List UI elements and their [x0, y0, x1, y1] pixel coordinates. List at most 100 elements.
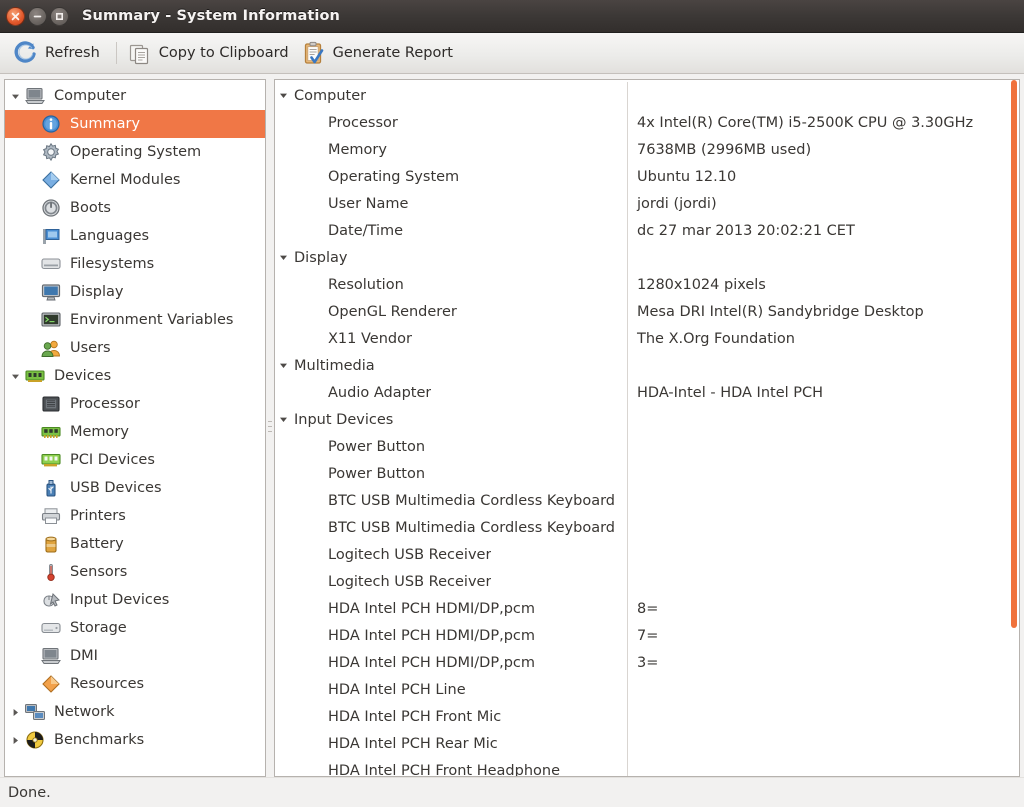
- sidebar-item-label: Input Devices: [70, 592, 170, 608]
- sidebar-item-input-devices[interactable]: Input Devices: [5, 586, 265, 614]
- computer-icon: [39, 645, 63, 667]
- sidebar-item-pci-devices[interactable]: PCI Devices: [5, 446, 265, 474]
- detail-row[interactable]: User Name jordi (jordi): [275, 190, 1007, 217]
- detail-scroll-area: Computer Processor 4x Intel(R) Core(TM) i5…: [275, 80, 1007, 776]
- detail-key-cell: Power Button: [275, 433, 628, 460]
- detail-row[interactable]: HDA Intel PCH Line: [275, 676, 1007, 703]
- sidebar-item-memory[interactable]: Memory: [5, 418, 265, 446]
- refresh-button[interactable]: Refresh: [10, 38, 109, 68]
- detail-row[interactable]: HDA Intel PCH HDMI/DP,pcm 3=: [275, 649, 1007, 676]
- detail-row[interactable]: Processor 4x Intel(R) Core(TM) i5-2500K C…: [275, 109, 1007, 136]
- sidebar-item-sensors[interactable]: Sensors: [5, 558, 265, 586]
- chevron-down-icon[interactable]: [275, 91, 292, 100]
- benchmark-icon: [23, 729, 47, 751]
- pci-card-icon: [39, 449, 63, 471]
- detail-key: Logitech USB Receiver: [328, 573, 492, 590]
- sidebar-item-network[interactable]: Network: [5, 698, 265, 726]
- info-icon: [39, 113, 63, 135]
- detail-group-row[interactable]: Display: [275, 244, 1007, 271]
- chevron-right-icon[interactable]: [7, 736, 23, 745]
- sidebar-item-resources[interactable]: Resources: [5, 670, 265, 698]
- detail-key: User Name: [328, 195, 409, 212]
- detail-key: X11 Vendor: [328, 330, 412, 347]
- sidebar-item-printers[interactable]: Printers: [5, 502, 265, 530]
- detail-key: HDA Intel PCH HDMI/DP,pcm: [328, 600, 535, 617]
- sidebar-item-kernel-modules[interactable]: Kernel Modules: [5, 166, 265, 194]
- battery-icon: [39, 533, 63, 555]
- detail-row[interactable]: HDA Intel PCH Rear Mic: [275, 730, 1007, 757]
- detail-row[interactable]: Logitech USB Receiver: [275, 568, 1007, 595]
- detail-key: HDA Intel PCH Rear Mic: [328, 735, 498, 752]
- detail-row[interactable]: HDA Intel PCH HDMI/DP,pcm 7=: [275, 622, 1007, 649]
- sidebar-item-label: Printers: [70, 508, 126, 524]
- sidebar-item-label: Benchmarks: [54, 732, 145, 748]
- sidebar-item-environment-variables[interactable]: Environment Variables: [5, 306, 265, 334]
- chevron-down-icon[interactable]: [275, 253, 292, 262]
- drive-icon: [39, 253, 63, 275]
- detail-row[interactable]: OpenGL Renderer Mesa DRI Intel(R) Sandybr…: [275, 298, 1007, 325]
- computer-icon: [23, 85, 47, 107]
- detail-key-cell: HDA Intel PCH Rear Mic: [275, 730, 628, 757]
- sidebar-item-computer[interactable]: Computer: [5, 82, 265, 110]
- maximize-icon[interactable]: [50, 6, 69, 26]
- minimize-icon[interactable]: [28, 6, 47, 26]
- detail-row[interactable]: Power Button: [275, 460, 1007, 487]
- detail-value: 1280x1024 pixels: [637, 276, 766, 293]
- detail-row[interactable]: HDA Intel PCH HDMI/DP,pcm 8=: [275, 595, 1007, 622]
- detail-key-cell: HDA Intel PCH Front Headphone: [275, 757, 628, 776]
- detail-row[interactable]: Operating System Ubuntu 12.10: [275, 163, 1007, 190]
- detail-key-cell: BTC USB Multimedia Cordless Keyboard: [275, 487, 628, 514]
- sidebar-item-languages[interactable]: Languages: [5, 222, 265, 250]
- chevron-down-icon[interactable]: [7, 92, 23, 101]
- sidebar-item-display[interactable]: Display: [5, 278, 265, 306]
- detail-row[interactable]: Logitech USB Receiver: [275, 541, 1007, 568]
- detail-group-row[interactable]: Multimedia: [275, 352, 1007, 379]
- detail-key: Audio Adapter: [328, 384, 432, 401]
- detail-row[interactable]: X11 Vendor The X.Org Foundation: [275, 325, 1007, 352]
- sidebar-item-boots[interactable]: Boots: [5, 194, 265, 222]
- detail-key-cell: User Name: [275, 190, 628, 217]
- chevron-down-icon[interactable]: [275, 415, 292, 424]
- detail-row[interactable]: HDA Intel PCH Front Mic: [275, 703, 1007, 730]
- sidebar-item-benchmarks[interactable]: Benchmarks: [5, 726, 265, 754]
- detail-group-row[interactable]: Computer: [275, 82, 1007, 109]
- detail-row[interactable]: Memory 7638MB (2996MB used): [275, 136, 1007, 163]
- harddisk-icon: [39, 617, 63, 639]
- sidebar-item-users[interactable]: Users: [5, 334, 265, 362]
- scrollbar-thumb[interactable]: [1011, 80, 1017, 628]
- sidebar-item-operating-system[interactable]: Operating System: [5, 138, 265, 166]
- detail-row[interactable]: Date/Time dc 27 mar 2013 20:02:21 CET: [275, 217, 1007, 244]
- chevron-down-icon[interactable]: [275, 361, 292, 370]
- sidebar-item-battery[interactable]: Battery: [5, 530, 265, 558]
- detail-row[interactable]: Power Button: [275, 433, 1007, 460]
- chevron-right-icon[interactable]: [7, 708, 23, 717]
- sidebar-tree[interactable]: Computer Summary Operating System Kernel Mo…: [5, 80, 265, 776]
- detail-vertical-scrollbar[interactable]: [1007, 80, 1019, 776]
- statusbar: Done.: [0, 777, 1024, 807]
- sidebar-item-storage[interactable]: Storage: [5, 614, 265, 642]
- sidebar-item-processor[interactable]: Processor: [5, 390, 265, 418]
- detail-row[interactable]: Audio Adapter HDA-Intel - HDA Intel PCH: [275, 379, 1007, 406]
- detail-row[interactable]: Resolution 1280x1024 pixels: [275, 271, 1007, 298]
- detail-key: HDA Intel PCH Front Headphone: [328, 762, 561, 777]
- main-content: Computer Summary Operating System Kernel Mo…: [0, 74, 1024, 777]
- copy-to-clipboard-button[interactable]: Copy to Clipboard: [124, 38, 298, 68]
- sidebar-item-dmi[interactable]: DMI: [5, 642, 265, 670]
- close-icon[interactable]: [6, 6, 25, 26]
- detail-table[interactable]: Computer Processor 4x Intel(R) Core(TM) i5…: [275, 80, 1007, 776]
- detail-key: Operating System: [328, 168, 460, 185]
- detail-row[interactable]: BTC USB Multimedia Cordless Keyboard: [275, 514, 1007, 541]
- flag-icon: [39, 225, 63, 247]
- sidebar-item-filesystems[interactable]: Filesystems: [5, 250, 265, 278]
- detail-row[interactable]: BTC USB Multimedia Cordless Keyboard: [275, 487, 1007, 514]
- generate-report-label: Generate Report: [332, 45, 453, 61]
- detail-group-row[interactable]: Input Devices: [275, 406, 1007, 433]
- sidebar-item-summary[interactable]: Summary: [5, 110, 265, 138]
- generate-report-button[interactable]: Generate Report: [298, 38, 462, 68]
- detail-row[interactable]: HDA Intel PCH Front Headphone: [275, 757, 1007, 776]
- pane-splitter[interactable]: [266, 79, 274, 777]
- chevron-down-icon[interactable]: [7, 372, 23, 381]
- sidebar-item-devices[interactable]: Devices: [5, 362, 265, 390]
- sidebar-item-label: Users: [70, 340, 111, 356]
- sidebar-item-usb-devices[interactable]: USB Devices: [5, 474, 265, 502]
